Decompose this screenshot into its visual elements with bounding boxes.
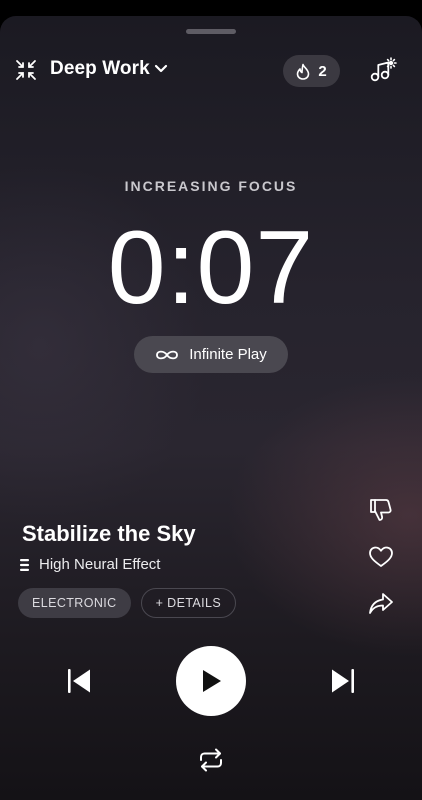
share-icon[interactable] — [367, 590, 395, 618]
neural-effect-row: High Neural Effect — [20, 556, 160, 573]
focus-label: INCREASING FOCUS — [124, 178, 298, 194]
sheet-grabber[interactable] — [186, 29, 236, 34]
streak-button[interactable]: 2 — [283, 55, 340, 87]
thumbs-down-icon[interactable] — [367, 496, 395, 524]
infinite-play-label: Infinite Play — [189, 346, 267, 363]
skip-previous-icon[interactable] — [65, 667, 93, 695]
mode-title[interactable]: Deep Work — [50, 58, 150, 80]
neural-effect-bars-icon — [20, 558, 29, 571]
flame-icon — [296, 63, 310, 80]
infinity-icon — [155, 349, 179, 361]
heart-icon[interactable] — [367, 543, 395, 571]
player-sheet: Deep Work 2 INCREASING FOCUS 0:07 Infini… — [0, 16, 422, 800]
session-timer: 0:07 — [107, 210, 315, 326]
tag-row: ELECTRONIC + DETAILS — [18, 588, 237, 618]
skip-next-icon[interactable] — [329, 667, 357, 695]
chevron-down-icon[interactable] — [153, 62, 169, 76]
neural-effect-label: High Neural Effect — [39, 556, 161, 573]
genre-tag[interactable]: ELECTRONIC — [18, 588, 131, 618]
play-icon — [199, 668, 223, 694]
repeat-icon[interactable] — [197, 747, 225, 773]
compress-arrows-icon[interactable] — [15, 59, 37, 81]
track-title: Stabilize the Sky — [22, 521, 196, 546]
infinite-play-button[interactable]: Infinite Play — [134, 336, 288, 373]
play-button[interactable] — [176, 646, 246, 716]
music-settings-icon[interactable] — [369, 57, 397, 83]
streak-count: 2 — [318, 62, 327, 80]
details-button[interactable]: + DETAILS — [140, 588, 237, 618]
